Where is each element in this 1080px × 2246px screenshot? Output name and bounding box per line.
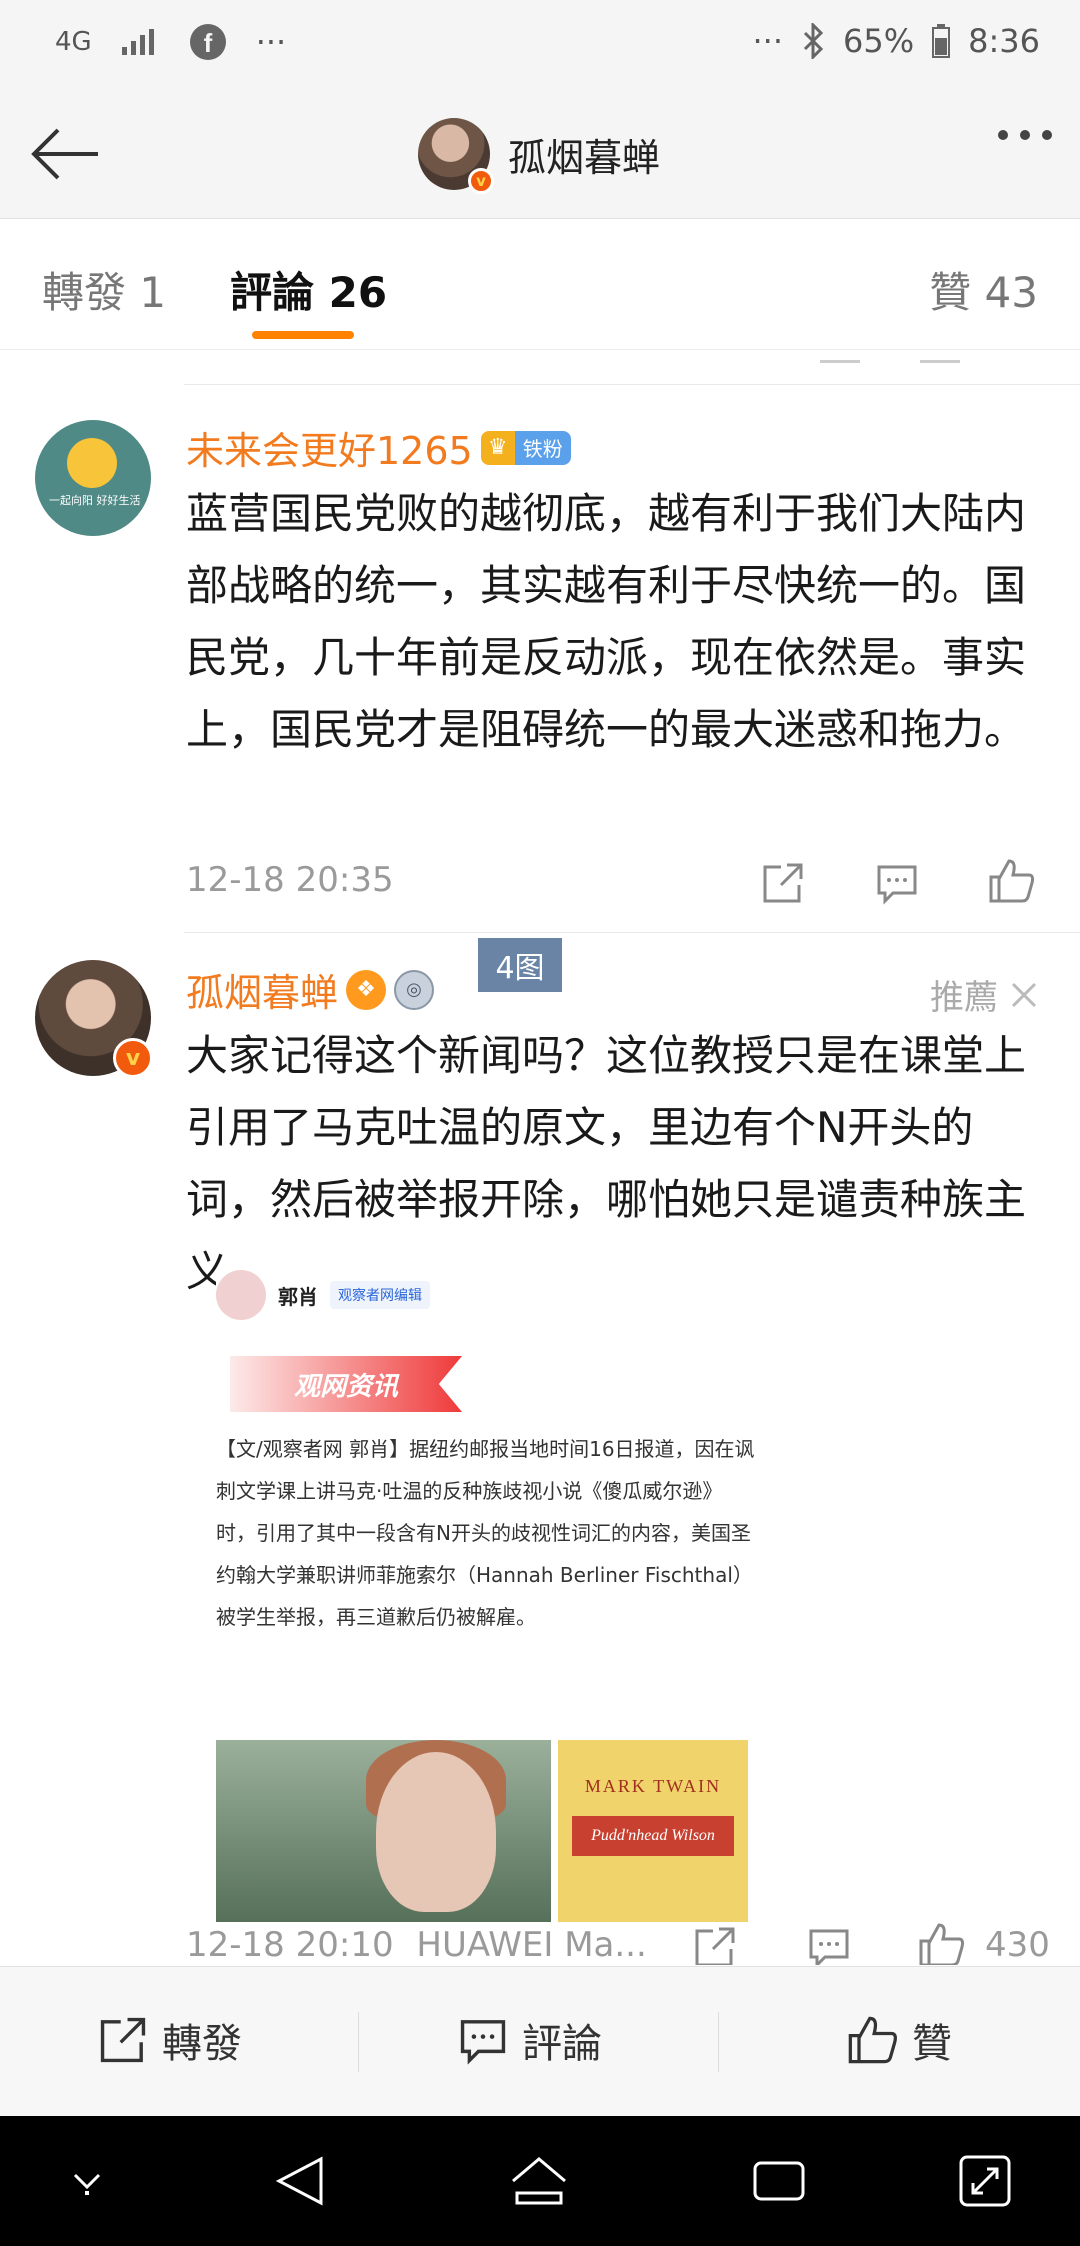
status-more-right: ··· — [752, 22, 784, 60]
recommend-tag[interactable]: 推薦 — [930, 970, 1038, 1019]
comment-icon — [460, 2020, 506, 2065]
recommend-label: 推薦 — [930, 978, 998, 1018]
divider — [920, 350, 960, 363]
recents-nav-button[interactable] — [746, 2148, 812, 2214]
like-icon[interactable] — [916, 1920, 966, 1965]
repost-icon[interactable] — [758, 858, 808, 908]
dot-icon — [998, 130, 1008, 140]
book-author: MARK TWAIN — [584, 1776, 722, 1796]
comment-label: 評論 — [522, 2021, 602, 2067]
divider — [820, 350, 860, 363]
avatar-caption: 一起向阳 好好生活 — [49, 494, 141, 507]
comment-username[interactable]: 孤烟暮蝉 ❖ ◎ — [186, 962, 435, 1017]
silver-medal-icon[interactable]: ◎ — [394, 969, 435, 1010]
face — [376, 1752, 496, 1912]
chevron-down-icon — [73, 2173, 101, 2195]
verified-badge-icon: v — [468, 168, 494, 194]
divider — [718, 2012, 719, 2072]
divider — [184, 932, 1080, 933]
comment-image[interactable]: 郭肖 观察者网编辑 观网资讯 【文/观察者网 郭肖】据纽约邮报当地时间16日报道… — [216, 1270, 776, 1922]
repost-icon[interactable] — [690, 1922, 740, 1965]
expand-nav-button[interactable] — [952, 2148, 1018, 2214]
like-icon[interactable] — [986, 856, 1036, 906]
like-button[interactable]: 贊 — [846, 2011, 952, 2069]
back-button[interactable] — [28, 118, 100, 190]
like-label: 贊 — [912, 2021, 952, 2067]
avatar[interactable]: v — [35, 960, 153, 1078]
nav-bar: v 孤烟暮蝉 — [0, 90, 1080, 219]
tab-bar: 轉發 1 評論 26 贊 43 — [0, 219, 1080, 350]
back-nav-button[interactable] — [268, 2148, 334, 2214]
triangle-back-icon — [275, 2156, 323, 2206]
image-author-tag: 观察者网编辑 — [330, 1281, 430, 1309]
image-header: 郭肖 观察者网编辑 — [216, 1270, 430, 1320]
repost-label: 轉發 — [162, 2021, 242, 2067]
sun-icon — [67, 438, 117, 488]
divider — [358, 2012, 359, 2072]
username-text: 孤烟暮蝉 — [186, 971, 339, 1015]
page-title: 孤烟暮蝉 — [508, 135, 661, 180]
nav-user[interactable]: v 孤烟暮蝉 — [418, 118, 661, 194]
back-arrow-icon — [31, 128, 98, 180]
tab-likes[interactable]: 贊 43 — [929, 259, 1038, 320]
svg-text:f: f — [203, 28, 212, 58]
status-more-left: ··· — [255, 23, 287, 61]
bottom-action-bar: 轉發 評論 贊 — [0, 1966, 1080, 2117]
battery-icon — [932, 24, 951, 58]
like-count: 430 — [985, 1925, 1050, 1965]
recents-icon — [753, 2161, 805, 2201]
comment-icon[interactable] — [804, 1922, 854, 1965]
divider — [184, 384, 1080, 385]
comment-icon[interactable] — [872, 858, 922, 908]
book-title: Pudd'nhead Wilson — [572, 1816, 734, 1856]
battery-percent: 65% — [843, 22, 915, 60]
image-banner: 观网资讯 — [230, 1356, 462, 1412]
avatar[interactable]: v — [418, 118, 494, 194]
comment-list[interactable]: 一起向阳 好好生活 未来会更好1265 ♛ 铁粉 蓝营国民党败的越彻底，越有利于… — [0, 350, 1080, 1965]
comment-username[interactable]: 未来会更好1265 ♛ 铁粉 — [186, 420, 571, 475]
tab-comments[interactable]: 評論 26 — [230, 259, 387, 320]
close-icon[interactable] — [1010, 981, 1038, 1009]
image-author-avatar — [216, 1270, 266, 1320]
fan-badge[interactable]: ♛ 铁粉 — [480, 430, 571, 465]
book-cover: MARK TWAIN Pudd'nhead Wilson — [558, 1740, 748, 1922]
tab-repost[interactable]: 轉發 1 — [42, 259, 166, 320]
facebook-icon: f — [188, 22, 228, 62]
active-tab-indicator — [252, 331, 354, 339]
crown-icon: ♛ — [480, 430, 515, 465]
username-text: 未来会更好1265 — [186, 429, 473, 473]
bluetooth-icon — [801, 23, 825, 59]
image-count-badge[interactable]: 4图 — [478, 938, 562, 992]
more-options-button[interactable] — [998, 130, 1052, 140]
dot-icon — [1042, 130, 1052, 140]
medal-icon[interactable]: ❖ — [346, 969, 387, 1010]
comment-text: 大家记得这个新闻吗？这位教授只是在课堂上引用了马克吐温的原文，里边有个N开头的词… — [186, 1031, 1027, 1296]
image-article-text: 【文/观察者网 郭肖】据纽约邮报当地时间16日报道，因在讽刺文学课上讲马克·吐温… — [216, 1437, 755, 1629]
comment-time: 12-18 20:10 HUAWEI Ma... — [186, 1925, 647, 1965]
comment-button[interactable]: 評論 — [458, 2011, 602, 2069]
like-icon — [848, 2016, 897, 2064]
fan-badge-label: 铁粉 — [514, 430, 571, 465]
comment-time-text: 12-18 20:10 — [186, 1925, 394, 1965]
home-nav-button[interactable] — [506, 2148, 572, 2214]
dot-icon — [1020, 130, 1030, 140]
image-author: 郭肖 — [278, 1284, 318, 1309]
signal-icon — [120, 27, 160, 57]
network-type-icon: 4G — [55, 27, 92, 57]
status-bar: 4G f ··· ··· 65% 8:36 — [0, 0, 1080, 90]
clock: 8:36 — [968, 22, 1040, 60]
professor-photo — [216, 1740, 551, 1922]
repost-button[interactable]: 轉發 — [98, 2011, 242, 2069]
repost-icon — [100, 2017, 146, 2063]
comment-text: 蓝营国民党败的越彻底，越有利于我们大陆内部战略的统一，其实越有利于尽快统一的。国… — [186, 489, 1027, 754]
hide-keyboard-button[interactable] — [54, 2148, 120, 2214]
verified-badge-icon: v — [113, 1038, 153, 1078]
avatar[interactable]: 一起向阳 好好生活 — [35, 420, 151, 536]
system-nav-bar — [0, 2116, 1080, 2246]
home-icon — [512, 2157, 566, 2205]
previous-comment-actions — [820, 350, 960, 363]
expand-icon — [959, 2155, 1011, 2207]
comment-device: HUAWEI Ma... — [416, 1925, 647, 1965]
comment-time: 12-18 20:35 — [186, 860, 394, 900]
